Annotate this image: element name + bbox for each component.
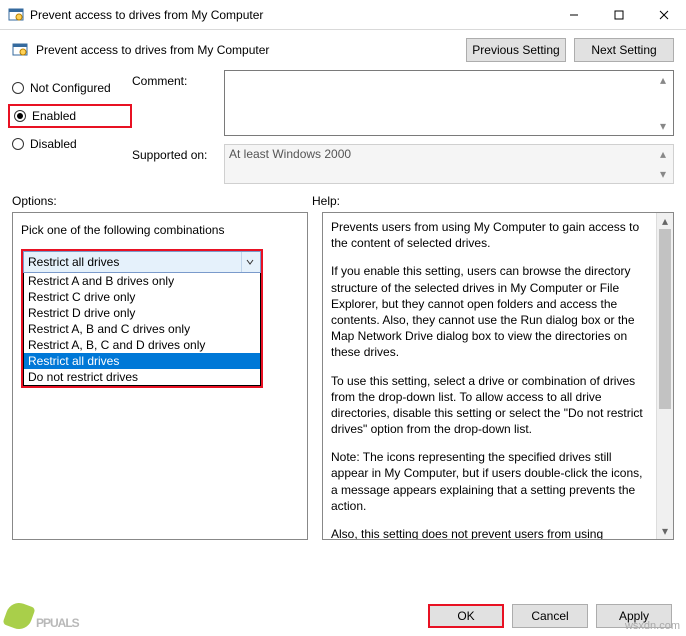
titlebar: Prevent access to drives from My Compute… bbox=[0, 0, 686, 30]
help-text: Prevents users from using My Computer to… bbox=[331, 219, 651, 540]
header: Prevent access to drives from My Compute… bbox=[0, 30, 686, 66]
options-label: Options: bbox=[12, 194, 312, 208]
help-para: Also, this setting does not prevent user… bbox=[331, 526, 651, 540]
radio-icon bbox=[12, 82, 24, 94]
ok-button[interactable]: OK bbox=[428, 604, 504, 628]
state-column: Not Configured Enabled Disabled bbox=[12, 70, 132, 192]
minimize-button[interactable] bbox=[551, 0, 596, 29]
radio-icon bbox=[12, 138, 24, 150]
radio-label: Enabled bbox=[32, 109, 76, 123]
leaf-icon bbox=[2, 599, 36, 633]
help-label: Help: bbox=[312, 194, 674, 208]
scroll-down-icon[interactable]: ▾ bbox=[655, 118, 671, 134]
combo-option[interactable]: Restrict C drive only bbox=[24, 289, 260, 305]
previous-setting-button[interactable]: Previous Setting bbox=[466, 38, 566, 62]
policy-window-icon bbox=[8, 7, 24, 23]
scroll-up-icon: ▴ bbox=[655, 146, 671, 162]
lower-pane: Pick one of the following combinations R… bbox=[0, 210, 686, 540]
combo-option[interactable]: Restrict A and B drives only bbox=[24, 273, 260, 289]
radio-disabled[interactable]: Disabled bbox=[12, 132, 132, 156]
supported-text: At least Windows 2000 bbox=[229, 147, 351, 161]
combo-option[interactable]: Do not restrict drives bbox=[24, 369, 260, 385]
combo-option[interactable]: Restrict D drive only bbox=[24, 305, 260, 321]
scroll-down-icon[interactable]: ▾ bbox=[657, 523, 673, 539]
help-para: Note: The icons representing the specifi… bbox=[331, 449, 651, 514]
radio-icon bbox=[14, 110, 26, 122]
scroll-thumb[interactable] bbox=[659, 229, 671, 409]
maximize-button[interactable] bbox=[596, 0, 641, 29]
drives-combobox[interactable]: Restrict all drives bbox=[23, 251, 261, 273]
option-title: Pick one of the following combinations bbox=[21, 223, 299, 237]
combo-option[interactable]: Restrict A, B and C drives only bbox=[24, 321, 260, 337]
radio-not-configured[interactable]: Not Configured bbox=[12, 76, 132, 100]
radio-enabled[interactable]: Enabled bbox=[10, 104, 76, 128]
scroll-down-icon: ▾ bbox=[655, 166, 671, 182]
fields-column: Comment: ▴ ▾ Supported on: At least Wind… bbox=[132, 70, 674, 192]
supported-label: Supported on: bbox=[132, 144, 224, 184]
policy-name: Prevent access to drives from My Compute… bbox=[36, 43, 458, 57]
enabled-highlight: Enabled bbox=[8, 104, 132, 128]
section-labels: Options: Help: bbox=[0, 192, 686, 210]
supported-row: Supported on: At least Windows 2000 ▴ ▾ bbox=[132, 144, 674, 184]
close-button[interactable] bbox=[641, 0, 686, 29]
cancel-button[interactable]: Cancel bbox=[512, 604, 588, 628]
comment-label: Comment: bbox=[132, 70, 224, 136]
options-panel: Pick one of the following combinations R… bbox=[12, 212, 308, 540]
chevron-down-icon bbox=[241, 252, 258, 272]
policy-icon bbox=[12, 42, 28, 58]
combo-selected: Restrict all drives bbox=[28, 255, 119, 269]
help-para: To use this setting, select a drive or c… bbox=[331, 373, 651, 438]
help-panel: Prevents users from using My Computer to… bbox=[322, 212, 674, 540]
scroll-up-icon[interactable]: ▴ bbox=[657, 213, 673, 229]
help-scrollbar[interactable]: ▴ ▾ bbox=[656, 213, 673, 539]
watermark-text: PPUALS bbox=[36, 616, 79, 630]
combo-highlight: Restrict all drives Restrict A and B dri… bbox=[21, 249, 263, 388]
supported-display: At least Windows 2000 ▴ ▾ bbox=[224, 144, 674, 184]
comment-row: Comment: ▴ ▾ bbox=[132, 70, 674, 136]
radio-label: Not Configured bbox=[30, 81, 111, 95]
scroll-up-icon[interactable]: ▴ bbox=[655, 72, 671, 88]
window-controls bbox=[551, 0, 686, 29]
watermark-logo: PPUALS bbox=[2, 599, 79, 634]
combo-option[interactable]: Restrict A, B, C and D drives only bbox=[24, 337, 260, 353]
next-setting-button[interactable]: Next Setting bbox=[574, 38, 674, 62]
window-title: Prevent access to drives from My Compute… bbox=[30, 8, 551, 22]
upper-pane: Not Configured Enabled Disabled Comment:… bbox=[0, 66, 686, 192]
help-para: If you enable this setting, users can br… bbox=[331, 263, 651, 360]
comment-input[interactable]: ▴ ▾ bbox=[224, 70, 674, 136]
combo-dropdown: Restrict A and B drives only Restrict C … bbox=[23, 273, 261, 386]
watermark-url: wsxdn.com bbox=[625, 620, 680, 632]
combo-option-selected[interactable]: Restrict all drives bbox=[24, 353, 260, 369]
help-para: Prevents users from using My Computer to… bbox=[331, 219, 651, 251]
radio-label: Disabled bbox=[30, 137, 77, 151]
